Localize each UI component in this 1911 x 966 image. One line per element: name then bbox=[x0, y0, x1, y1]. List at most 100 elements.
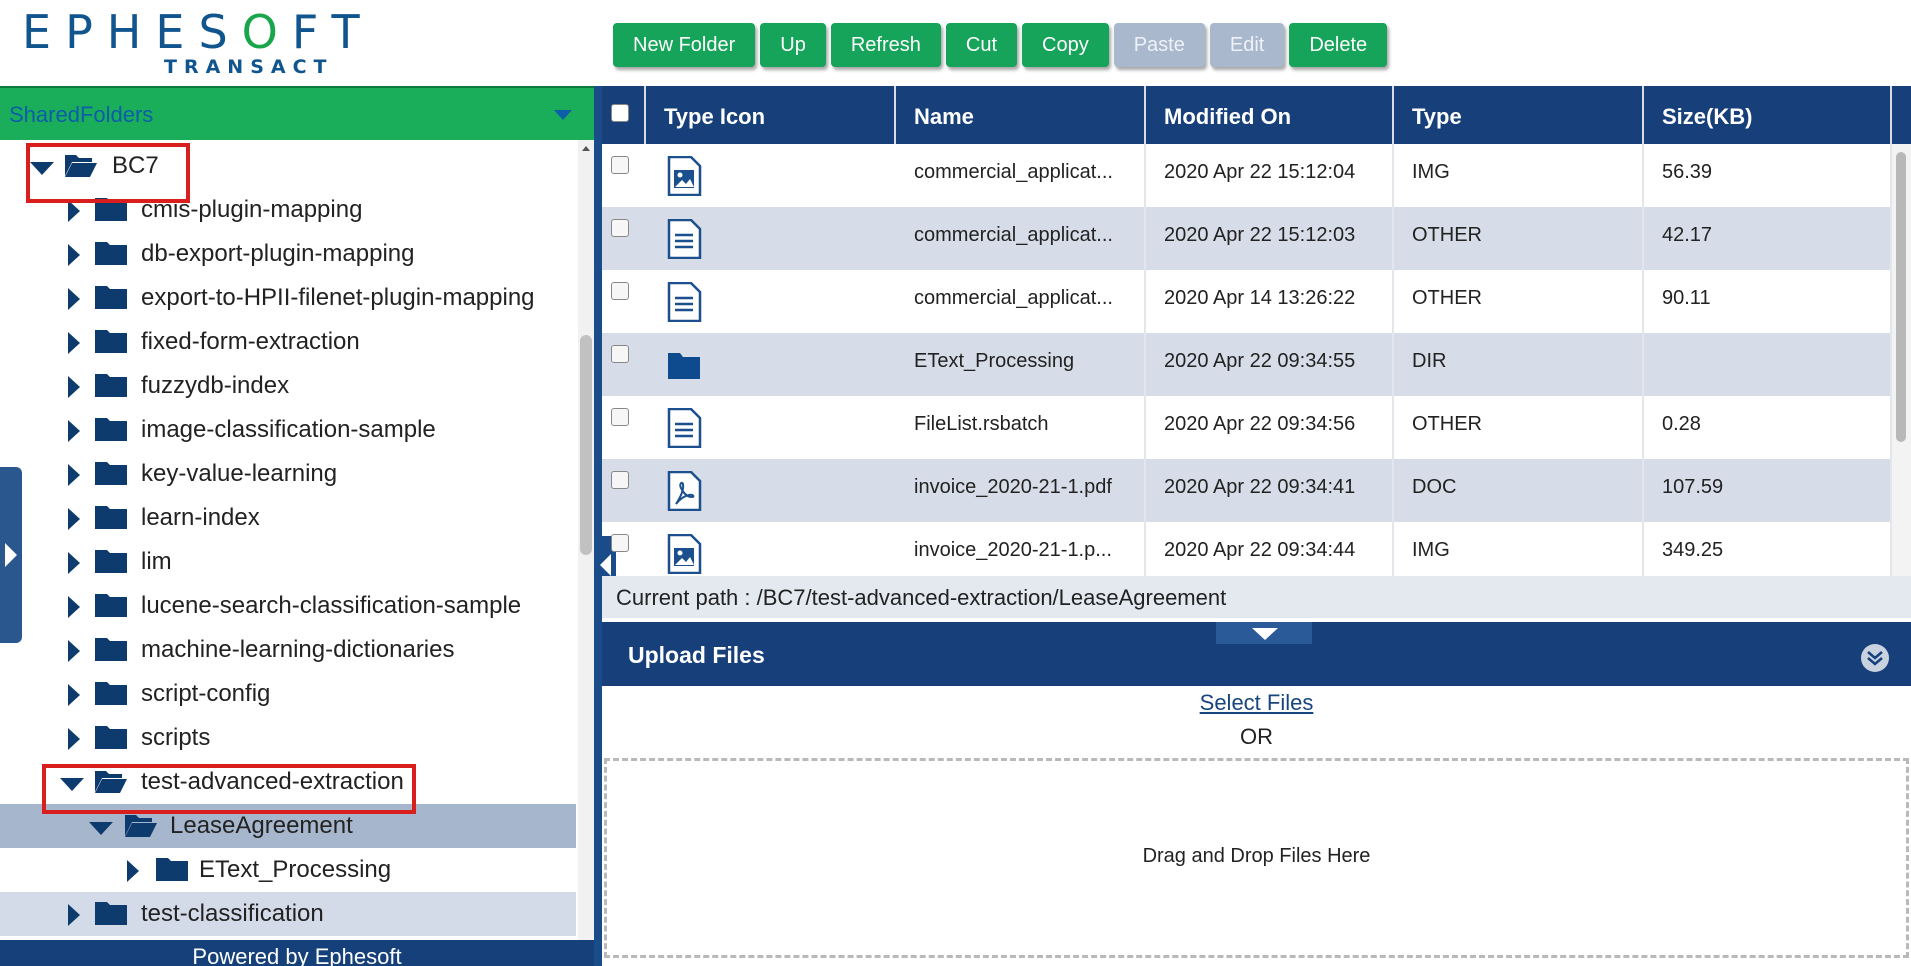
row-checkbox[interactable] bbox=[611, 408, 629, 426]
caret-right-icon[interactable] bbox=[127, 860, 139, 882]
folder-icon bbox=[95, 286, 127, 309]
cell-type: OTHER bbox=[1394, 396, 1644, 459]
caret-right-icon[interactable] bbox=[68, 728, 80, 750]
tree-node-label: script-config bbox=[141, 680, 271, 707]
column-header-name[interactable]: Name bbox=[896, 86, 1146, 144]
table-row[interactable]: FileList.rsbatch 2020 Apr 22 09:34:56 OT… bbox=[602, 396, 1892, 459]
document-file-icon bbox=[667, 282, 702, 322]
table-row[interactable]: invoice_2020-21-1.pdf 2020 Apr 22 09:34:… bbox=[602, 459, 1892, 522]
paste-button[interactable]: Paste bbox=[1113, 23, 1205, 67]
tree-node-label: lim bbox=[141, 548, 172, 575]
row-checkbox[interactable] bbox=[611, 534, 629, 552]
folder-icon bbox=[95, 682, 127, 705]
tree-node[interactable]: scripts bbox=[0, 716, 576, 760]
table-row[interactable]: commercial_applicat... 2020 Apr 22 15:12… bbox=[602, 207, 1892, 270]
row-checkbox[interactable] bbox=[611, 219, 629, 237]
folder-icon bbox=[95, 330, 127, 353]
copy-button[interactable]: Copy bbox=[1022, 23, 1109, 67]
chevron-right-icon bbox=[5, 543, 17, 567]
grid-scrollbar[interactable] bbox=[1892, 144, 1911, 576]
cell-name: EText_Processing bbox=[896, 333, 1146, 396]
tree-node[interactable]: machine-learning-dictionaries bbox=[0, 628, 576, 672]
tree-node[interactable]: lim bbox=[0, 540, 576, 584]
new-folder-button[interactable]: New Folder bbox=[613, 23, 756, 67]
grid-header: Type Icon Name Modified On Type Size(KB) bbox=[602, 86, 1911, 144]
select-all-checkbox[interactable] bbox=[611, 104, 629, 122]
column-header-type-icon[interactable]: Type Icon bbox=[646, 86, 896, 144]
cell-name: FileList.rsbatch bbox=[896, 396, 1146, 459]
cut-button[interactable]: Cut bbox=[945, 23, 1017, 67]
refresh-button[interactable]: Refresh bbox=[830, 23, 941, 67]
row-checkbox[interactable] bbox=[611, 156, 629, 174]
cell-name: commercial_applicat... bbox=[896, 270, 1146, 333]
tree-node-label: scripts bbox=[141, 724, 211, 751]
cell-type: DOC bbox=[1394, 459, 1644, 522]
column-header-modified-on[interactable]: Modified On bbox=[1146, 86, 1394, 144]
folder-icon bbox=[156, 858, 188, 881]
image-file-icon bbox=[667, 534, 702, 574]
caret-right-icon[interactable] bbox=[68, 904, 80, 926]
caret-right-icon[interactable] bbox=[68, 684, 80, 706]
tree-node[interactable]: fuzzydb-index bbox=[0, 364, 576, 408]
caret-right-icon[interactable] bbox=[68, 244, 80, 266]
tree-node[interactable]: db-export-plugin-mapping bbox=[0, 232, 576, 276]
collapse-icon[interactable] bbox=[1861, 644, 1889, 672]
tree-node-label: image-classification-sample bbox=[141, 416, 436, 443]
folder-icon bbox=[95, 638, 127, 661]
caret-right-icon[interactable] bbox=[68, 200, 80, 222]
tree-node-label: fuzzydb-index bbox=[141, 372, 290, 399]
caret-right-icon[interactable] bbox=[68, 640, 80, 662]
column-header-size[interactable]: Size(KB) bbox=[1644, 86, 1892, 144]
expand-panel-handle[interactable] bbox=[0, 467, 22, 643]
scroll-thumb[interactable] bbox=[580, 335, 592, 555]
scroll-up-icon[interactable] bbox=[582, 146, 590, 151]
tree-scrollbar[interactable] bbox=[578, 140, 594, 940]
caret-right-icon[interactable] bbox=[68, 420, 80, 442]
caret-right-icon[interactable] bbox=[68, 376, 80, 398]
tree-node[interactable]: learn-index bbox=[0, 496, 576, 540]
caret-right-icon[interactable] bbox=[68, 464, 80, 486]
caret-right-icon[interactable] bbox=[68, 508, 80, 530]
select-files-link[interactable]: Select Files bbox=[602, 690, 1911, 716]
tree-node[interactable]: EText_Processing bbox=[0, 848, 576, 892]
shared-folders-dropdown[interactable]: SharedFolders bbox=[0, 86, 594, 140]
table-row[interactable]: EText_Processing 2020 Apr 22 09:34:55 DI… bbox=[602, 333, 1892, 396]
ephesoft-logo: EPHESOFT TRANSACT bbox=[22, 6, 360, 80]
tree-node[interactable]: key-value-learning bbox=[0, 452, 576, 496]
drop-zone[interactable]: Drag and Drop Files Here bbox=[604, 758, 1909, 958]
tree-node[interactable]: test-classification bbox=[0, 892, 576, 936]
caret-right-icon[interactable] bbox=[68, 552, 80, 574]
table-row[interactable]: commercial_applicat... 2020 Apr 22 15:12… bbox=[602, 144, 1892, 207]
column-header-type[interactable]: Type bbox=[1394, 86, 1644, 144]
tree-node[interactable]: lucene-search-classification-sample bbox=[0, 584, 576, 628]
tree-node[interactable]: export-to-HPII-filenet-plugin-mapping bbox=[0, 276, 576, 320]
caret-down-icon[interactable] bbox=[89, 822, 113, 835]
panel-divider[interactable] bbox=[594, 86, 602, 966]
tree-node-label: EText_Processing bbox=[199, 856, 392, 883]
cell-name: invoice_2020-21-1.pdf bbox=[896, 459, 1146, 522]
tree-node[interactable]: image-classification-sample bbox=[0, 408, 576, 452]
caret-right-icon[interactable] bbox=[68, 596, 80, 618]
cell-size bbox=[1644, 333, 1892, 396]
folder-icon bbox=[95, 374, 127, 397]
tree-node[interactable]: script-config bbox=[0, 672, 576, 716]
table-row[interactable]: commercial_applicat... 2020 Apr 14 13:26… bbox=[602, 270, 1892, 333]
caret-right-icon[interactable] bbox=[68, 332, 80, 354]
up-button[interactable]: Up bbox=[760, 23, 826, 67]
cell-modified: 2020 Apr 22 09:34:55 bbox=[1146, 333, 1394, 396]
scroll-thumb[interactable] bbox=[1896, 152, 1906, 442]
upload-toggle-tab[interactable] bbox=[1216, 622, 1312, 644]
tree-node-label: export-to-HPII-filenet-plugin-mapping bbox=[141, 284, 535, 311]
table-row[interactable]: invoice_2020-21-1.p... 2020 Apr 22 09:34… bbox=[602, 522, 1892, 576]
tree-node[interactable]: fixed-form-extraction bbox=[0, 320, 576, 364]
tree-node-label: learn-index bbox=[141, 504, 260, 531]
caret-right-icon[interactable] bbox=[68, 288, 80, 310]
delete-button[interactable]: Delete bbox=[1289, 23, 1388, 67]
row-checkbox[interactable] bbox=[611, 345, 629, 363]
file-grid: Type Icon Name Modified On Type Size(KB)… bbox=[602, 86, 1911, 576]
shared-folders-label: SharedFolders bbox=[9, 102, 154, 127]
row-checkbox[interactable] bbox=[611, 471, 629, 489]
row-checkbox[interactable] bbox=[611, 282, 629, 300]
cell-size: 0.28 bbox=[1644, 396, 1892, 459]
edit-button[interactable]: Edit bbox=[1209, 23, 1285, 67]
